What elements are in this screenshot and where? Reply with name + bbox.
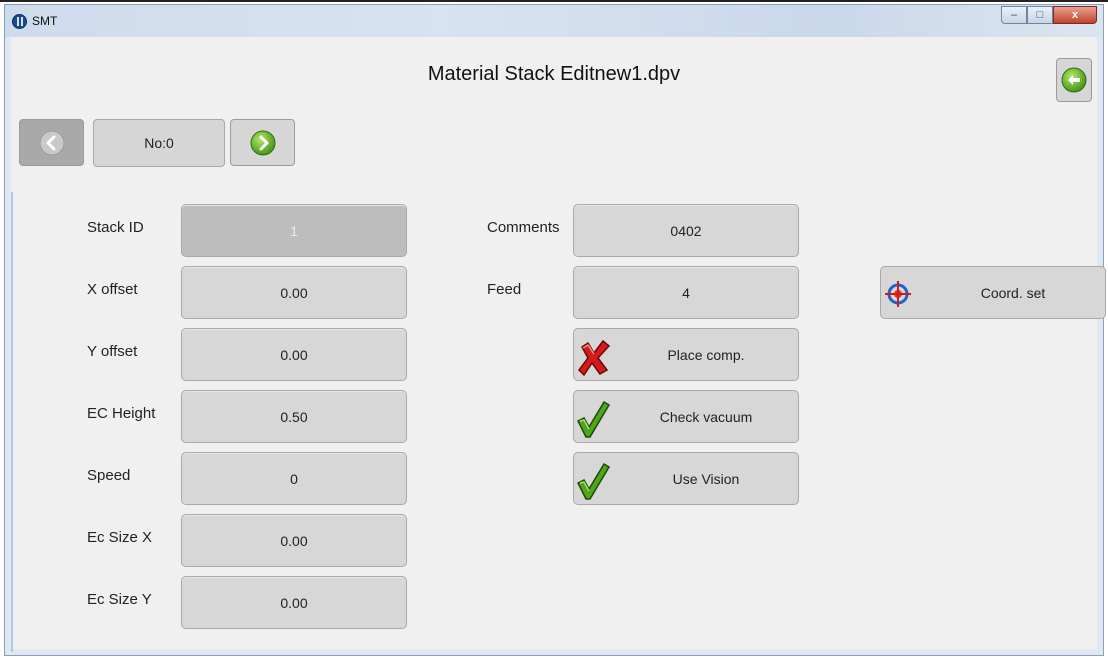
ec-height-field[interactable]: 0.50 <box>181 390 407 443</box>
ec-size-y-field[interactable]: 0.00 <box>181 576 407 629</box>
top-border-line <box>0 0 1108 2</box>
stack-id-label: Stack ID <box>87 219 144 236</box>
maximize-button[interactable]: □ <box>1027 6 1053 24</box>
y-offset-field[interactable]: 0.00 <box>181 328 407 381</box>
chevron-right-circle-icon <box>250 130 276 156</box>
x-offset-label: X offset <box>87 281 138 298</box>
coord-set-button[interactable]: Coord. set <box>880 266 1106 319</box>
arrow-left-circle-icon <box>1061 67 1087 93</box>
left-edge-decoration <box>11 192 13 652</box>
feed-field[interactable]: 4 <box>573 266 799 319</box>
speed-label: Speed <box>87 467 131 484</box>
chevron-left-circle-icon <box>39 130 65 156</box>
ec-size-x-field[interactable]: 0.00 <box>181 514 407 567</box>
speed-field[interactable]: 0 <box>181 452 407 505</box>
app-window: SMT – □ x Material Stack Editnew1.dpv No… <box>4 4 1106 656</box>
cross-icon <box>576 337 612 377</box>
use-vision-toggle[interactable]: Use Vision <box>573 452 799 505</box>
title-bar[interactable]: SMT – □ x <box>5 5 1103 37</box>
prev-button[interactable] <box>19 119 84 166</box>
client-area: Material Stack Editnew1.dpv No:0 Stack I… <box>11 37 1106 652</box>
place-comp-toggle[interactable]: Place comp. <box>573 328 799 381</box>
close-button[interactable]: x <box>1053 6 1097 24</box>
y-offset-label: Y offset <box>87 343 138 360</box>
app-logo-icon <box>12 14 27 29</box>
check-vacuum-label: Check vacuum <box>659 408 753 425</box>
coord-set-label: Coord. set <box>980 284 1046 301</box>
stack-number-display: No:0 <box>93 119 225 167</box>
crosshair-target-icon <box>883 279 913 309</box>
comments-field[interactable]: 0402 <box>573 204 799 257</box>
use-vision-label: Use Vision <box>672 470 740 487</box>
feed-label: Feed <box>487 281 522 298</box>
ec-height-label: EC Height <box>87 405 156 422</box>
stack-id-field: 1 <box>181 204 407 257</box>
next-button[interactable] <box>230 119 295 166</box>
place-comp-label: Place comp. <box>667 346 745 363</box>
checkmark-icon <box>576 399 612 439</box>
comments-label: Comments <box>487 219 560 236</box>
window-controls: – □ x <box>1001 6 1097 24</box>
header: Material Stack Editnew1.dpv <box>11 37 1097 117</box>
window-title: SMT <box>32 14 58 28</box>
check-vacuum-toggle[interactable]: Check vacuum <box>573 390 799 443</box>
minimize-button[interactable]: – <box>1001 6 1027 24</box>
back-button[interactable] <box>1056 58 1092 102</box>
ec-size-y-label: Ec Size Y <box>87 591 152 608</box>
checkmark-icon <box>576 461 612 501</box>
ec-size-x-label: Ec Size X <box>87 529 153 546</box>
page-title: Material Stack Editnew1.dpv <box>427 63 681 85</box>
x-offset-field[interactable]: 0.00 <box>181 266 407 319</box>
